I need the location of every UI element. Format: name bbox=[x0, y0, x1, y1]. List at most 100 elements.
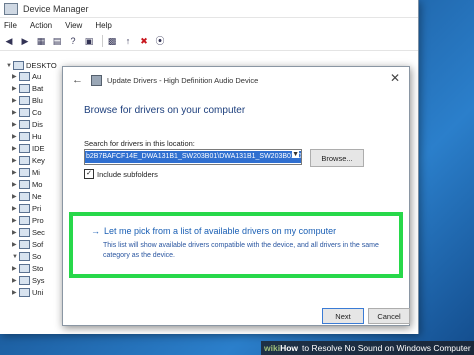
expand-icon[interactable]: ▶ bbox=[12, 73, 19, 80]
tree-item-label: Co bbox=[32, 108, 42, 117]
tree-item-label: Sto bbox=[32, 264, 44, 273]
include-subfolders-checkbox[interactable]: ✓ bbox=[84, 169, 94, 179]
tree-item-label: Sof bbox=[32, 240, 44, 249]
tree-item[interactable]: ▶ Blu bbox=[12, 96, 43, 105]
driver-path-value: b2B7BAFCF14E_DWA131B1_SW203B01\DWA131B1_… bbox=[85, 151, 301, 163]
hid-icon bbox=[19, 132, 30, 141]
chevron-down-icon[interactable]: ▼ bbox=[292, 151, 299, 158]
expand-icon[interactable]: ▶ bbox=[12, 205, 19, 212]
tree-item-label: Sec bbox=[32, 228, 45, 237]
browse-button[interactable]: Browse... bbox=[310, 149, 364, 167]
software-icon bbox=[19, 240, 30, 249]
toolbar: ◀ ▶ ▦ ▤ ? ▣ ▩ ↑ ✖ ⦿ bbox=[0, 32, 418, 51]
uninstall-device-icon[interactable]: ✖ bbox=[138, 35, 150, 47]
tree-item-label: Sys bbox=[32, 276, 45, 285]
tree-root[interactable]: ▼ DESKTO bbox=[6, 61, 57, 70]
close-icon[interactable]: ✕ bbox=[390, 71, 400, 85]
storage-icon bbox=[19, 264, 30, 273]
expand-icon[interactable]: ▶ bbox=[12, 157, 19, 164]
tree-item[interactable]: ▶ Sec bbox=[12, 228, 45, 237]
expand-icon[interactable]: ▶ bbox=[12, 121, 19, 128]
driver-path-field[interactable]: b2B7BAFCF14E_DWA131B1_SW203B01\DWA131B1_… bbox=[84, 149, 302, 165]
tree-item[interactable]: ▶ Mo bbox=[12, 180, 42, 189]
tree-item[interactable]: ▶ IDE bbox=[12, 144, 45, 153]
menu-view[interactable]: View bbox=[65, 21, 82, 30]
tree-item[interactable]: ▶ Hu bbox=[12, 132, 42, 141]
back-arrow-icon[interactable]: ◀ bbox=[3, 35, 15, 47]
computer-icon bbox=[13, 61, 24, 70]
tree-item-label: Uni bbox=[32, 288, 44, 297]
tree-item[interactable]: ▶ Key bbox=[12, 156, 45, 165]
tree-item[interactable]: ▶ Co bbox=[12, 108, 42, 117]
tree-item-label: Ne bbox=[32, 192, 42, 201]
arrow-right-icon: → bbox=[91, 226, 100, 236]
tree-item[interactable]: ▶ Au bbox=[12, 72, 41, 81]
expand-icon[interactable]: ▶ bbox=[12, 85, 19, 92]
battery-icon bbox=[19, 84, 30, 93]
tree-item[interactable]: ▶ Sto bbox=[12, 264, 43, 273]
tree-item[interactable]: ▶ Mi bbox=[12, 168, 40, 177]
expand-icon[interactable]: ▶ bbox=[12, 217, 19, 224]
tree-item[interactable]: ▼ So bbox=[12, 252, 41, 261]
resource-view-icon[interactable]: ▣ bbox=[83, 35, 95, 47]
tree-item[interactable]: ▶ Dis bbox=[12, 120, 43, 129]
collapse-icon[interactable]: ▼ bbox=[6, 63, 13, 69]
wikihow-banner: wiki How to Resolve No Sound on Windows C… bbox=[261, 341, 474, 355]
back-arrow-icon[interactable]: ← bbox=[72, 74, 83, 86]
tree-item-label: Bat bbox=[32, 84, 44, 93]
tree-item[interactable]: ▶ Sys bbox=[12, 276, 45, 285]
menu-file[interactable]: File bbox=[4, 21, 17, 30]
keyboard-icon bbox=[19, 156, 30, 165]
processor-icon bbox=[19, 216, 30, 225]
expand-icon[interactable]: ▶ bbox=[12, 181, 19, 188]
tree-item[interactable]: ▶ Ne bbox=[12, 192, 42, 201]
expand-icon[interactable]: ▶ bbox=[12, 109, 19, 116]
tree-item[interactable]: ▶ Pro bbox=[12, 216, 44, 225]
tree-item[interactable]: ▶ Pri bbox=[12, 204, 41, 213]
tree-item[interactable]: ▶ Sof bbox=[12, 240, 43, 249]
tree-item-label: So bbox=[32, 252, 42, 261]
cancel-button[interactable]: Cancel bbox=[368, 308, 410, 324]
menu-bar: File Action View Help bbox=[0, 18, 418, 32]
properties-icon[interactable]: ▦ bbox=[35, 35, 47, 47]
tree-root-label: DESKTO bbox=[26, 61, 57, 70]
bluetooth-icon bbox=[19, 96, 30, 105]
audio-device-icon bbox=[19, 72, 30, 81]
usb-icon bbox=[19, 288, 30, 297]
expand-icon[interactable]: ▶ bbox=[12, 145, 19, 152]
collapse-icon[interactable]: ▼ bbox=[12, 254, 19, 260]
tree-item[interactable]: ▶ Uni bbox=[12, 288, 43, 297]
help-icon[interactable]: ? bbox=[67, 35, 79, 47]
sound-icon bbox=[19, 252, 30, 261]
tree-item-label: Blu bbox=[32, 96, 43, 105]
expand-icon[interactable]: ▶ bbox=[12, 241, 19, 248]
next-button[interactable]: Next bbox=[322, 308, 364, 324]
download-driver-icon[interactable]: ⦿ bbox=[154, 35, 166, 47]
tree-item-label: Au bbox=[32, 72, 42, 81]
expand-icon[interactable]: ▶ bbox=[12, 97, 19, 104]
scan-hardware-icon[interactable]: ▩ bbox=[106, 35, 118, 47]
expand-icon[interactable]: ▶ bbox=[12, 193, 19, 200]
pick-driver-link[interactable]: → Let me pick from a list of available d… bbox=[91, 226, 336, 236]
expand-icon[interactable]: ▶ bbox=[12, 265, 19, 272]
tree-item-label: Dis bbox=[32, 120, 43, 129]
search-location-label: Search for drivers in this location: bbox=[84, 139, 195, 148]
update-driver-icon[interactable]: ↑ bbox=[122, 35, 134, 47]
expand-icon[interactable]: ▶ bbox=[12, 229, 19, 236]
expand-icon[interactable]: ▶ bbox=[12, 133, 19, 140]
menu-action[interactable]: Action bbox=[30, 21, 52, 30]
tree-item-label: Pro bbox=[32, 216, 44, 225]
expand-icon[interactable]: ▶ bbox=[12, 289, 19, 296]
expand-icon[interactable]: ▶ bbox=[12, 169, 19, 176]
forward-arrow-icon[interactable]: ▶ bbox=[19, 35, 31, 47]
menu-help[interactable]: Help bbox=[95, 21, 111, 30]
include-subfolders-option[interactable]: ✓ Include subfolders bbox=[84, 169, 158, 179]
tree-item[interactable]: ▶ Bat bbox=[12, 84, 43, 93]
monitor-icon bbox=[19, 180, 30, 189]
list-view-icon[interactable]: ▤ bbox=[51, 35, 63, 47]
tree-item-label: Mi bbox=[32, 168, 40, 177]
printer-icon bbox=[19, 204, 30, 213]
network-icon bbox=[19, 192, 30, 201]
disk-icon bbox=[19, 120, 30, 129]
expand-icon[interactable]: ▶ bbox=[12, 277, 19, 284]
